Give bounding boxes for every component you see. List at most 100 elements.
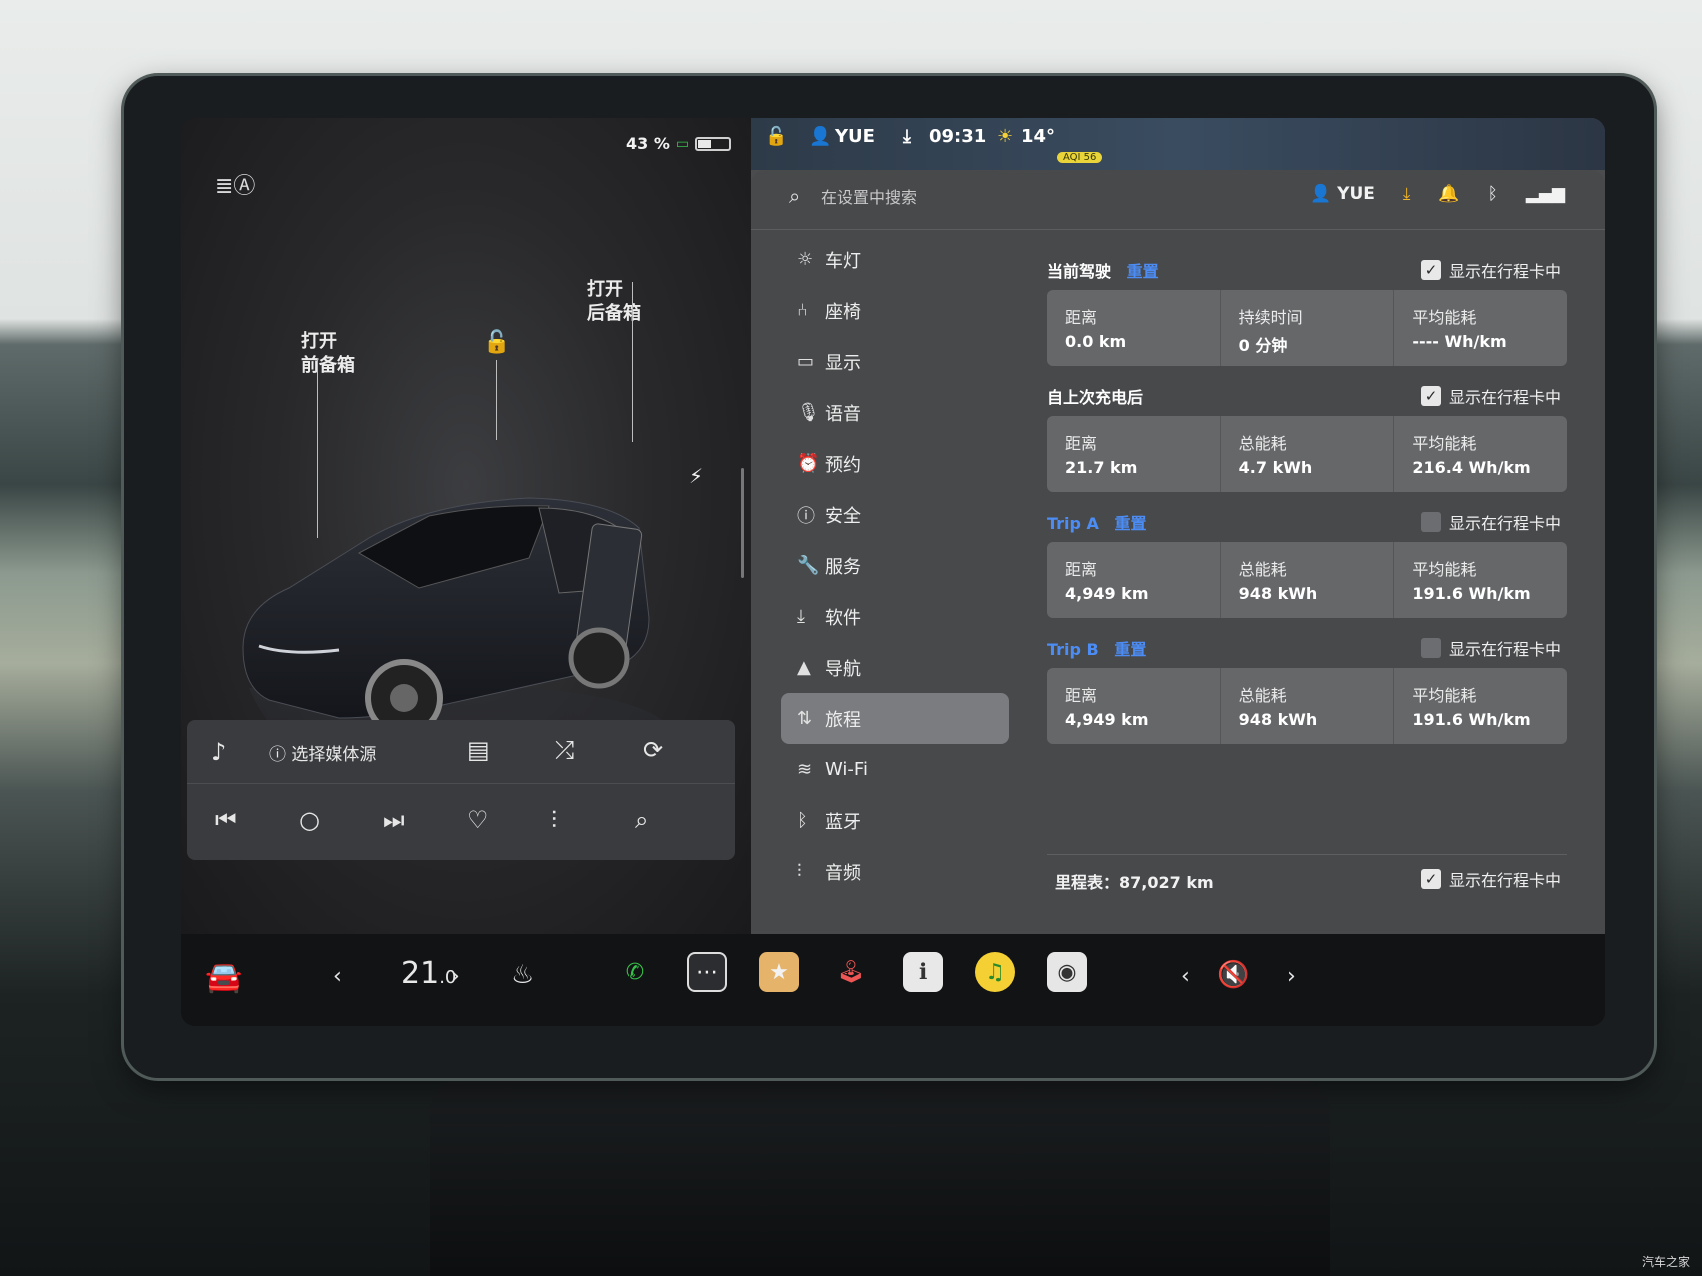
unlock-icon[interactable]: 🔓 xyxy=(483,330,510,355)
stat-value: 0 分钟 xyxy=(1238,336,1288,355)
volume-muted-icon[interactable]: 🔇 xyxy=(1217,960,1249,990)
trip-a-header: Trip A 重置 显示在行程卡中 xyxy=(1047,510,1567,538)
menu-item-2[interactable]: ▭ 显示 xyxy=(781,336,1009,387)
menu-item-label: 显示 xyxy=(825,352,861,374)
menu-item-3[interactable]: 🎙 语音 xyxy=(781,387,1009,438)
trip-a-show-toggle[interactable]: 显示在行程卡中 xyxy=(1420,510,1561,534)
shuffle-icon[interactable]: ⤮ xyxy=(555,736,574,764)
settings-search-input[interactable] xyxy=(821,182,1121,212)
menu-item-0[interactable]: ☼ 车灯 xyxy=(781,234,1009,285)
trip-a-show-label: 显示在行程卡中 xyxy=(1448,514,1561,533)
trip-b-reset-link[interactable]: 重置 xyxy=(1114,640,1146,659)
trip-b-section: Trip B 重置 显示在行程卡中 距离 4,949 km 总能耗 948 kWh 平均… xyxy=(1047,636,1567,744)
menu-item-7[interactable]: ⤓ 软件 xyxy=(781,591,1009,642)
search-icon: ⌕ xyxy=(789,184,801,208)
menu-item-1[interactable]: ⑃ 座椅 xyxy=(781,285,1009,336)
car-controls-icon[interactable]: 🚘 xyxy=(205,960,242,995)
trip-a-section: Trip A 重置 显示在行程卡中 距离 4,949 km 总能耗 948 kWh 平均… xyxy=(1047,510,1567,618)
joystick-arcade-icon[interactable]: 🕹 xyxy=(831,952,871,992)
menu-item-12[interactable]: ⫶ 音频 xyxy=(781,846,1009,897)
stat-cell: 距离 4,949 km xyxy=(1047,542,1221,618)
trip-a-checkbox[interactable] xyxy=(1420,512,1441,532)
wrench-icon: 🔧 xyxy=(797,555,820,576)
dashcam-icon[interactable]: ◉ xyxy=(1047,952,1087,992)
stat-label: 平均能耗 xyxy=(1412,308,1477,327)
play-loading-icon[interactable]: ○ xyxy=(299,806,320,834)
auto-headlight-icon[interactable]: ≣Ⓐ xyxy=(215,168,255,200)
trip-b-show-toggle[interactable]: 显示在行程卡中 xyxy=(1420,636,1561,660)
stat-value: 191.6 Wh/km xyxy=(1412,710,1531,729)
equalizer-icon[interactable]: ⫶ xyxy=(551,806,557,834)
select-media-source[interactable]: ⓘ 选择媒体源 xyxy=(269,740,376,765)
music-app-icon[interactable]: ♫ xyxy=(975,952,1015,992)
manual-info-icon[interactable]: ℹ xyxy=(903,952,943,992)
stat-value: 4.7 kWh xyxy=(1238,458,1313,477)
volume-down-chevron-icon[interactable]: ‹ xyxy=(1181,964,1190,989)
menu-item-10[interactable]: ≋ Wi-Fi xyxy=(781,744,1009,795)
bluetooth-icon[interactable]: ᛒ xyxy=(1488,184,1498,204)
lock-status-icon[interactable]: 🔓 xyxy=(765,126,787,147)
trip-b-checkbox[interactable] xyxy=(1420,638,1441,658)
current-drive-show-toggle[interactable]: ✓ 显示在行程卡中 xyxy=(1420,258,1561,282)
mic-icon: 🎙 xyxy=(797,402,820,423)
phone-icon[interactable]: ✆ xyxy=(615,952,655,992)
menu-item-6[interactable]: 🔧 服务 xyxy=(781,540,1009,591)
odometer-show-label: 显示在行程卡中 xyxy=(1448,871,1561,890)
menu-item-4[interactable]: ⏰ 预约 xyxy=(781,438,1009,489)
temp-decrease-chevron-icon[interactable]: ‹ xyxy=(333,964,342,989)
cabin-temperature[interactable]: 21.0 xyxy=(401,956,456,991)
menu-item-11[interactable]: ᛒ 蓝牙 xyxy=(781,795,1009,846)
odometer-row: 里程表：87,027 km ✓ 显示在行程卡中 xyxy=(1047,854,1567,898)
stat-cell: 平均能耗 ---- Wh/km xyxy=(1394,290,1567,366)
menu-item-8[interactable]: ▲ 导航 xyxy=(781,642,1009,693)
lyrics-icon[interactable]: ▤ xyxy=(467,736,490,764)
header-download-icon[interactable]: ⤓ xyxy=(1403,184,1411,204)
trip-b-title: Trip B xyxy=(1047,640,1099,659)
status-temperature: 14° xyxy=(1021,126,1056,147)
stat-value: 948 kWh xyxy=(1238,710,1318,729)
odometer-show-toggle[interactable]: ✓ 显示在行程卡中 xyxy=(1420,867,1561,891)
lte-signal-icon: ▂▄▆ xyxy=(1525,184,1565,204)
status-time: 09:31 xyxy=(929,126,987,147)
toybox-icon[interactable]: ★ xyxy=(759,952,799,992)
stat-value: 948 kWh xyxy=(1238,584,1318,603)
trip-b-header: Trip B 重置 显示在行程卡中 xyxy=(1047,636,1567,664)
previous-track-icon[interactable]: ⏮ xyxy=(215,806,237,834)
menu-item-5[interactable]: ⓘ 安全 xyxy=(781,489,1009,540)
stat-label: 距离 xyxy=(1065,308,1098,327)
temp-increase-chevron-icon[interactable]: › xyxy=(451,964,460,989)
menu-item-label: 服务 xyxy=(825,556,861,578)
volume-up-chevron-icon[interactable]: › xyxy=(1287,964,1296,989)
menu-item-9[interactable]: ⇅ 旅程 xyxy=(781,693,1009,744)
menu-item-label: 安全 xyxy=(825,505,861,527)
favorite-heart-icon[interactable]: ♡ xyxy=(467,806,489,834)
more-apps-icon[interactable]: ⋯ xyxy=(687,952,727,992)
odometer-text: 里程表：87,027 km xyxy=(1055,873,1214,892)
current-drive-reset-link[interactable]: 重置 xyxy=(1127,262,1159,281)
since-charge-header: 自上次充电后 ✓ 显示在行程卡中 xyxy=(1047,384,1567,412)
repeat-icon[interactable]: ⟳ xyxy=(643,736,663,764)
trip-a-reset-link[interactable]: 重置 xyxy=(1115,514,1147,533)
next-track-icon[interactable]: ⏭ xyxy=(383,806,405,834)
odometer-checkbox[interactable]: ✓ xyxy=(1420,869,1441,889)
notification-bell-icon[interactable]: 🔔 xyxy=(1438,184,1459,204)
since-charge-show-toggle[interactable]: ✓ 显示在行程卡中 xyxy=(1420,384,1561,408)
display-icon: ▭ xyxy=(797,351,815,372)
stat-value: 21.7 km xyxy=(1065,458,1138,477)
status-user[interactable]: YUE xyxy=(835,126,875,147)
status-map-strip: 🔓 👤 YUE ⤓ 09:31 ☀ 14° AQI 56 xyxy=(751,118,1605,170)
stat-value: 216.4 Wh/km xyxy=(1412,458,1531,477)
seat-heater-icon[interactable]: ♨ xyxy=(511,960,534,990)
since-charge-checkbox[interactable]: ✓ xyxy=(1420,386,1441,406)
profile-button[interactable]: 👤 YUE xyxy=(1310,184,1375,204)
download-icon: ⤓ xyxy=(797,606,805,627)
header-icons: 👤 YUE ⤓ 🔔 ᛒ ▂▄▆ xyxy=(1310,184,1565,204)
menu-item-label: 蓝牙 xyxy=(825,811,861,833)
stat-label: 总能耗 xyxy=(1238,434,1287,453)
software-download-icon[interactable]: ⤓ xyxy=(903,126,911,147)
current-drive-stats: 距离 0.0 km 持续时间 0 分钟 平均能耗 ---- Wh/km xyxy=(1047,290,1567,366)
since-charge-show-label: 显示在行程卡中 xyxy=(1448,388,1561,407)
open-frunk-button[interactable]: 打开 前备箱 xyxy=(301,330,355,378)
current-drive-checkbox[interactable]: ✓ xyxy=(1420,260,1441,280)
media-search-icon[interactable]: ⌕ xyxy=(635,806,648,834)
